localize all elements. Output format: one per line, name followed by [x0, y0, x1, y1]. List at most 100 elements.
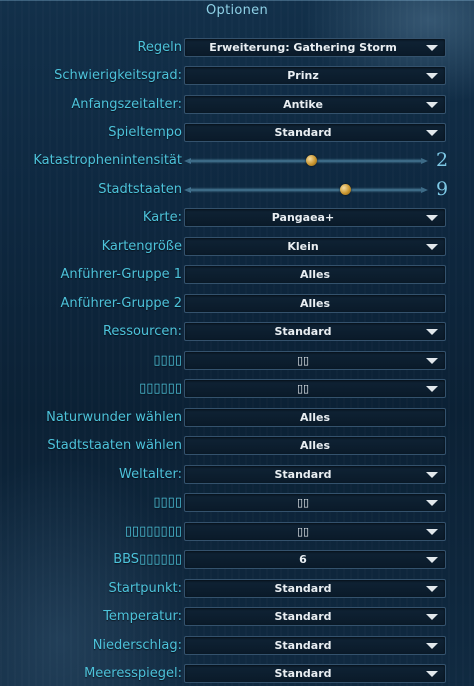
option-label: Startpunkt:	[108, 581, 183, 596]
slider-right-cap	[421, 158, 428, 164]
field-value: Alles	[299, 439, 331, 452]
chevron-down-icon[interactable]	[426, 329, 438, 335]
dropdown-value: 6	[299, 553, 307, 566]
option-label: Katastrophenintensität	[33, 153, 182, 168]
option-label: Temperatur:	[103, 609, 182, 624]
chevron-down-icon[interactable]	[426, 244, 438, 250]
startpunkt-dropdown[interactable]: Standard	[184, 579, 446, 598]
slider-handle[interactable]	[340, 184, 352, 195]
unknown-1-dropdown[interactable]: ▯▯	[184, 351, 446, 370]
option-label: Niederschlag:	[92, 638, 182, 653]
option-row-bbs: BBS▯▯▯▯▯▯ 6	[0, 549, 474, 571]
schwierigkeitsgrad-dropdown[interactable]: Prinz	[184, 66, 446, 85]
dropdown-value: Standard	[274, 468, 332, 481]
option-row-stadtstaaten: Stadtstaaten 9	[0, 178, 474, 201]
ressourcen-dropdown[interactable]: Standard	[184, 322, 446, 341]
option-label: ▯▯▯▯	[153, 353, 182, 368]
option-row-unknown-2: ▯▯▯▯▯▯ ▯▯	[0, 378, 474, 400]
option-row-kartengroesse: Kartengröße Klein	[0, 236, 474, 258]
dropdown-value: ▯▯	[296, 496, 310, 509]
anfuehrer-gruppe-1-button[interactable]: Alles	[184, 265, 446, 284]
chevron-down-icon[interactable]	[426, 45, 438, 51]
field-value: Alles	[299, 268, 331, 281]
dropdown-value: Klein	[287, 240, 319, 253]
unknown-3-dropdown[interactable]: ▯▯	[184, 493, 446, 512]
option-label: Karte:	[142, 210, 182, 225]
unknown-2-dropdown[interactable]: ▯▯	[184, 379, 446, 398]
dropdown-value: Standard	[274, 667, 332, 680]
chevron-down-icon[interactable]	[426, 500, 438, 506]
spieltempo-dropdown[interactable]: Standard	[184, 123, 446, 142]
option-row-temperatur: Temperatur: Standard	[0, 606, 474, 628]
dropdown-value: ▯▯	[296, 525, 310, 538]
option-label: ▯▯▯▯▯▯	[139, 381, 182, 396]
option-row-katastrophenintensitaet: Katastrophenintensität 2	[0, 149, 474, 172]
unknown-4-dropdown[interactable]: ▯▯	[184, 522, 446, 541]
anfuehrer-gruppe-2-button[interactable]: Alles	[184, 294, 446, 313]
option-label: Kartengröße	[101, 239, 182, 254]
option-row-spieltempo: Spieltempo Standard	[0, 122, 474, 144]
anfangszeitalter-dropdown[interactable]: Antike	[184, 95, 446, 114]
chevron-down-icon[interactable]	[426, 102, 438, 108]
dropdown-value: ▯▯	[296, 382, 310, 395]
stadtstaaten-waehlen-button[interactable]: Alles	[184, 436, 446, 455]
option-row-karte: Karte: Pangaea+	[0, 207, 474, 229]
option-label: Stadtstaaten wählen	[47, 438, 182, 453]
chevron-down-icon[interactable]	[426, 671, 438, 677]
option-row-schwierigkeitsgrad: Schwierigkeitsgrad: Prinz	[0, 65, 474, 87]
option-label: Regeln	[137, 40, 182, 55]
field-value: Alles	[299, 411, 331, 424]
option-label: Anfangszeitalter:	[71, 97, 182, 112]
chevron-down-icon[interactable]	[426, 472, 438, 478]
option-label: Meeresspiegel:	[84, 666, 182, 681]
option-row-anfuehrer-gruppe-1: Anführer-Gruppe 1 Alles	[0, 264, 474, 286]
chevron-down-icon[interactable]	[426, 215, 438, 221]
field-value: Alles	[299, 297, 331, 310]
chevron-down-icon[interactable]	[426, 529, 438, 535]
katastrophen-slider[interactable]	[184, 151, 428, 171]
chevron-down-icon[interactable]	[426, 358, 438, 364]
option-row-startpunkt: Startpunkt: Standard	[0, 578, 474, 600]
option-row-anfangszeitalter: Anfangszeitalter: Antike	[0, 94, 474, 116]
stadtstaaten-slider[interactable]	[184, 180, 428, 200]
option-row-ressourcen: Ressourcen: Standard	[0, 321, 474, 343]
chevron-down-icon[interactable]	[426, 130, 438, 136]
page-title: Optionen	[205, 3, 269, 18]
option-row-stadtstaaten-waehlen: Stadtstaaten wählen Alles	[0, 435, 474, 457]
kartengroesse-dropdown[interactable]: Klein	[184, 237, 446, 256]
weltalter-dropdown[interactable]: Standard	[184, 465, 446, 484]
slider-value: 9	[436, 178, 449, 200]
dropdown-value: Prinz	[287, 69, 319, 82]
option-label: ▯▯▯▯	[153, 495, 182, 510]
dropdown-value: Standard	[274, 610, 332, 623]
niederschlag-dropdown[interactable]: Standard	[184, 636, 446, 655]
option-row-niederschlag: Niederschlag: Standard	[0, 635, 474, 657]
option-label: Weltalter:	[119, 467, 182, 482]
regeln-dropdown[interactable]: Erweiterung: Gathering Storm	[184, 38, 446, 57]
chevron-down-icon[interactable]	[426, 643, 438, 649]
chevron-down-icon[interactable]	[426, 557, 438, 563]
option-row-meeresspiegel: Meeresspiegel: Standard	[0, 663, 474, 685]
option-row-unknown-3: ▯▯▯▯ ▯▯	[0, 492, 474, 514]
dropdown-value: Antike	[283, 98, 323, 111]
chevron-down-icon[interactable]	[426, 73, 438, 79]
option-label: Schwierigkeitsgrad:	[54, 68, 182, 83]
dropdown-value: Standard	[274, 582, 332, 595]
slider-handle[interactable]	[305, 155, 317, 166]
option-row-weltalter: Weltalter: Standard	[0, 464, 474, 486]
option-row-unknown-1: ▯▯▯▯ ▯▯	[0, 350, 474, 372]
temperatur-dropdown[interactable]: Standard	[184, 607, 446, 626]
chevron-down-icon[interactable]	[426, 614, 438, 620]
meeresspiegel-dropdown[interactable]: Standard	[184, 664, 446, 683]
karte-dropdown[interactable]: Pangaea+	[184, 208, 446, 227]
dropdown-value: Standard	[274, 639, 332, 652]
chevron-down-icon[interactable]	[426, 386, 438, 392]
dropdown-value: Standard	[274, 126, 332, 139]
chevron-down-icon[interactable]	[426, 586, 438, 592]
option-row-naturwunder: Naturwunder wählen Alles	[0, 407, 474, 429]
slider-track[interactable]	[190, 189, 422, 191]
slider-right-cap	[421, 187, 428, 193]
bbs-dropdown[interactable]: 6	[184, 550, 446, 569]
naturwunder-button[interactable]: Alles	[184, 408, 446, 427]
option-label: BBS▯▯▯▯▯▯	[113, 552, 182, 567]
